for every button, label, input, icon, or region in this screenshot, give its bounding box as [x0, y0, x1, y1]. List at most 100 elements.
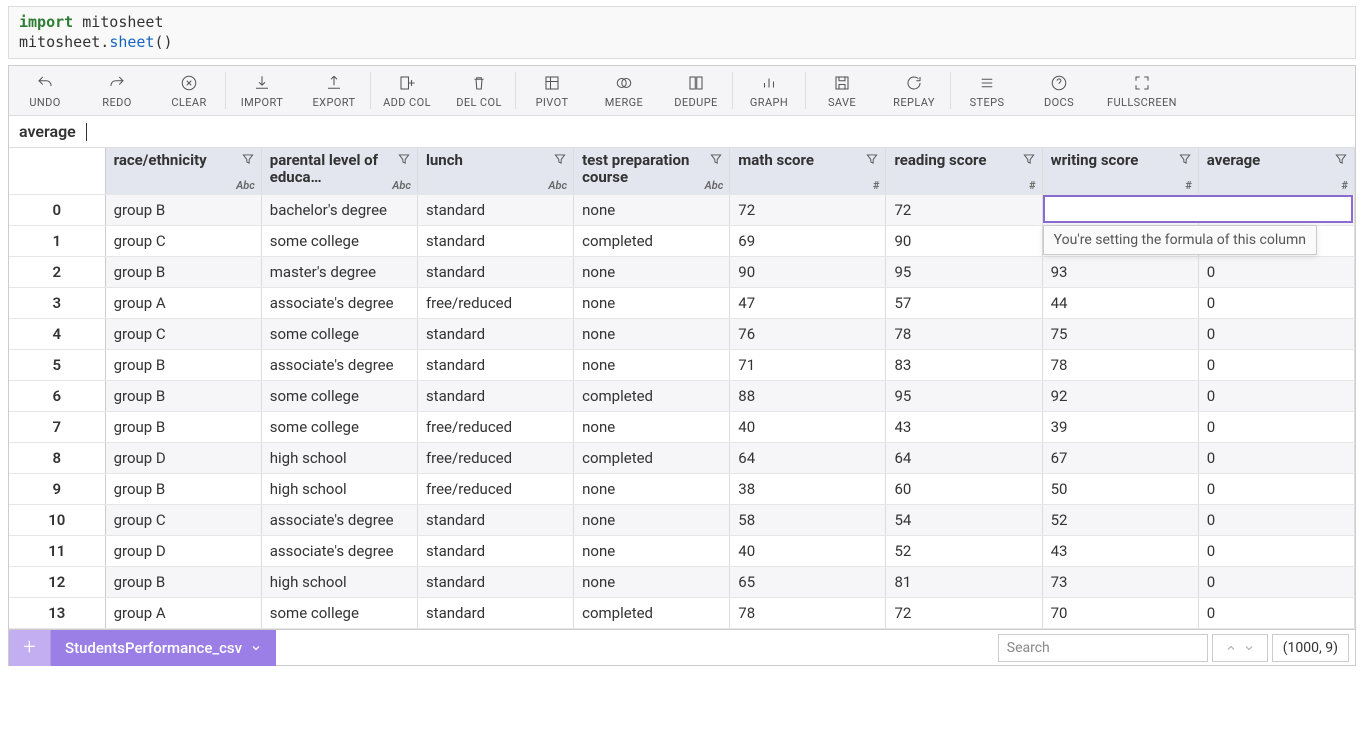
cell[interactable]: 73: [1042, 567, 1198, 598]
cell[interactable]: 58: [730, 505, 886, 536]
cell[interactable]: 54: [886, 505, 1042, 536]
cell[interactable]: 72: [730, 195, 886, 226]
row-index[interactable]: 2: [9, 257, 105, 288]
cell[interactable]: 78: [730, 598, 886, 629]
cell[interactable]: You're setting the formula of this colum…: [1042, 195, 1198, 226]
docs-button[interactable]: DOCS: [1023, 66, 1095, 115]
filter-icon[interactable]: [709, 152, 723, 170]
row-index[interactable]: 3: [9, 288, 105, 319]
cell[interactable]: 0: [1198, 288, 1354, 319]
dedupe-button[interactable]: DEDUPE: [660, 66, 732, 115]
cell[interactable]: 44: [1042, 288, 1198, 319]
cell[interactable]: associate's degree: [261, 536, 417, 567]
cell[interactable]: 78: [1042, 350, 1198, 381]
cell[interactable]: high school: [261, 567, 417, 598]
filter-icon[interactable]: [1178, 152, 1192, 170]
column-header[interactable]: lunchAbc: [417, 148, 573, 195]
cell[interactable]: 65: [730, 567, 886, 598]
cell[interactable]: standard: [417, 226, 573, 257]
cell[interactable]: standard: [417, 598, 573, 629]
cell[interactable]: group B: [105, 474, 261, 505]
code-cell[interactable]: import mitosheet mitosheet.sheet(): [8, 6, 1356, 59]
cell[interactable]: 69: [730, 226, 886, 257]
cell[interactable]: 83: [886, 350, 1042, 381]
cell[interactable]: 38: [730, 474, 886, 505]
cell[interactable]: 88: [730, 381, 886, 412]
cell[interactable]: 43: [886, 412, 1042, 443]
pivot-button[interactable]: PIVOT: [516, 66, 588, 115]
cell[interactable]: 0: [1198, 319, 1354, 350]
cell[interactable]: 78: [886, 319, 1042, 350]
filter-icon[interactable]: [553, 152, 567, 170]
cell[interactable]: group C: [105, 505, 261, 536]
cell[interactable]: associate's degree: [261, 505, 417, 536]
cell[interactable]: 95: [886, 257, 1042, 288]
graph-button[interactable]: GRAPH: [733, 66, 805, 115]
cell[interactable]: 72: [886, 598, 1042, 629]
column-header[interactable]: average: [1198, 148, 1354, 195]
cell[interactable]: 67: [1042, 443, 1198, 474]
cell[interactable]: 71: [730, 350, 886, 381]
cell[interactable]: none: [574, 536, 730, 567]
sheet-tab[interactable]: StudentsPerformance_csv: [51, 630, 276, 666]
cell[interactable]: 0: [1198, 381, 1354, 412]
cell[interactable]: associate's degree: [261, 350, 417, 381]
cell[interactable]: standard: [417, 381, 573, 412]
cell[interactable]: completed: [574, 598, 730, 629]
import-button[interactable]: IMPORT: [226, 66, 298, 115]
cell[interactable]: some college: [261, 412, 417, 443]
cell[interactable]: 64: [730, 443, 886, 474]
fullscreen-button[interactable]: FULLSCREEN: [1095, 66, 1189, 115]
cell[interactable]: 90: [886, 226, 1042, 257]
cell[interactable]: group D: [105, 443, 261, 474]
cell[interactable]: standard: [417, 195, 573, 226]
cell[interactable]: 52: [1042, 505, 1198, 536]
cell-formula-input[interactable]: [1043, 195, 1353, 223]
search-nav-arrows[interactable]: [1212, 634, 1268, 662]
row-index[interactable]: 1: [9, 226, 105, 257]
cell[interactable]: 0: [1198, 443, 1354, 474]
row-index[interactable]: 10: [9, 505, 105, 536]
cell[interactable]: group C: [105, 319, 261, 350]
cell[interactable]: some college: [261, 226, 417, 257]
cell[interactable]: 0: [1198, 474, 1354, 505]
filter-icon[interactable]: [241, 152, 255, 170]
cell[interactable]: 40: [730, 412, 886, 443]
cell[interactable]: 57: [886, 288, 1042, 319]
replay-button[interactable]: REPLAY: [878, 66, 950, 115]
cell[interactable]: master's degree: [261, 257, 417, 288]
cell[interactable]: standard: [417, 567, 573, 598]
add-sheet-button[interactable]: +: [9, 630, 51, 666]
row-index[interactable]: 5: [9, 350, 105, 381]
cell[interactable]: standard: [417, 350, 573, 381]
cell[interactable]: 0: [1198, 412, 1354, 443]
redo-button[interactable]: REDO: [81, 66, 153, 115]
del-col-button[interactable]: DEL COL: [443, 66, 515, 115]
cell[interactable]: group A: [105, 598, 261, 629]
search-input[interactable]: Search: [998, 634, 1208, 662]
cell[interactable]: completed: [574, 381, 730, 412]
column-header[interactable]: test preparation courseAbc: [574, 148, 730, 195]
cell[interactable]: free/reduced: [417, 443, 573, 474]
row-index[interactable]: 6: [9, 381, 105, 412]
cell[interactable]: high school: [261, 474, 417, 505]
cell[interactable]: 72: [886, 195, 1042, 226]
cell[interactable]: completed: [574, 226, 730, 257]
cell[interactable]: 0: [1198, 598, 1354, 629]
filter-icon[interactable]: [1022, 152, 1036, 170]
cell[interactable]: none: [574, 567, 730, 598]
row-index[interactable]: 4: [9, 319, 105, 350]
cell[interactable]: 0: [1198, 536, 1354, 567]
clear-button[interactable]: CLEAR: [153, 66, 225, 115]
cell[interactable]: group B: [105, 350, 261, 381]
cell[interactable]: 70: [1042, 598, 1198, 629]
cell[interactable]: 90: [730, 257, 886, 288]
cell[interactable]: 50: [1042, 474, 1198, 505]
cell[interactable]: none: [574, 319, 730, 350]
cell[interactable]: 64: [886, 443, 1042, 474]
cell[interactable]: none: [574, 350, 730, 381]
spreadsheet-grid[interactable]: race/ethnicityAbcparental level of educa…: [9, 148, 1355, 629]
cell[interactable]: group B: [105, 195, 261, 226]
cell[interactable]: free/reduced: [417, 288, 573, 319]
cell[interactable]: none: [574, 195, 730, 226]
